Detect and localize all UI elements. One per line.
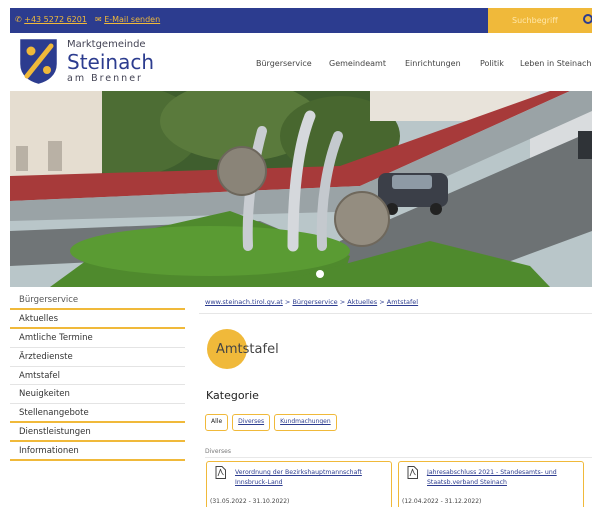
category-filter: Alle Diverses Kundmachungen xyxy=(205,414,337,431)
sidebar-item-amtliche-termine[interactable]: Amtliche Termine xyxy=(10,329,185,348)
search-input[interactable]: Suchbegriff xyxy=(512,16,558,25)
top-bar: ✆ +43 5272 6201 ✉ E-Mail senden Suchbegr… xyxy=(10,8,592,33)
nav-item-politik[interactable]: Politik xyxy=(480,59,504,68)
document-date: (31.05.2022 - 31.10.2022) xyxy=(210,498,290,505)
pdf-icon xyxy=(407,466,418,479)
breadcrumb: www.steinach.tirol.gv.at > Bürgerservice… xyxy=(205,298,418,306)
filter-kundmachungen[interactable]: Kundmachungen xyxy=(274,414,337,431)
sidebar-item-aktuelles[interactable]: Aktuelles xyxy=(10,310,185,329)
document-date: (12.04.2022 - 31.12.2022) xyxy=(402,498,482,505)
document-title[interactable]: Verordnung der Bezirkshauptmannschaft In… xyxy=(235,468,389,488)
breadcrumb-amtstafel[interactable]: Amtstafel xyxy=(387,298,418,306)
document-card[interactable]: Jahresabschluss 2021 - Standesamts- und … xyxy=(398,461,584,507)
search-box[interactable]: Suchbegriff xyxy=(488,8,592,33)
breadcrumb-buergerservice[interactable]: Bürgerservice xyxy=(292,298,337,306)
breadcrumb-aktuelles[interactable]: Aktuelles xyxy=(347,298,377,306)
document-card[interactable]: Verordnung der Bezirkshauptmannschaft In… xyxy=(206,461,392,507)
divider xyxy=(199,313,592,314)
site-header: Marktgemeinde Steinach am Brenner Bürger… xyxy=(10,33,592,91)
sidebar-item-stellenangebote[interactable]: Stellenangebote xyxy=(10,404,185,424)
breadcrumb-separator: > xyxy=(339,298,346,306)
nav-item-gemeindeamt[interactable]: Gemeindeamt xyxy=(329,59,386,68)
breadcrumb-home[interactable]: www.steinach.tirol.gv.at xyxy=(205,298,283,306)
sidebar-item-neuigkeiten[interactable]: Neuigkeiten xyxy=(10,385,185,405)
nav-item-einrichtungen[interactable]: Einrichtungen xyxy=(405,59,461,68)
phone-link[interactable]: ✆ +43 5272 6201 xyxy=(15,15,87,24)
roundabout-sculpture-photo xyxy=(10,91,592,287)
filter-diverses[interactable]: Diverses xyxy=(232,414,271,431)
phone-icon: ✆ xyxy=(15,15,22,24)
coat-of-arms-logo[interactable] xyxy=(19,38,58,84)
email-label[interactable]: E-Mail senden xyxy=(104,15,160,24)
category-heading: Kategorie xyxy=(206,389,259,402)
contact-links: ✆ +43 5272 6201 ✉ E-Mail senden xyxy=(15,15,160,24)
page-title: Amtstafel xyxy=(216,342,279,357)
brand-name[interactable]: Marktgemeinde Steinach am Brenner xyxy=(67,39,154,85)
breadcrumb-separator: > xyxy=(379,298,385,306)
section-label: Diverses xyxy=(205,448,231,455)
breadcrumb-separator: > xyxy=(284,298,291,306)
search-icon[interactable] xyxy=(583,14,592,24)
sidebar-nav: Bürgerservice Aktuelles Amtliche Termine… xyxy=(10,291,185,462)
phone-number[interactable]: +43 5272 6201 xyxy=(24,15,87,24)
sidebar-item-amtstafel[interactable]: Amtstafel xyxy=(10,367,185,386)
sidebar-item-dienstleistungen[interactable]: Dienstleistungen xyxy=(10,423,185,443)
hero-image xyxy=(10,91,592,287)
document-title[interactable]: Jahresabschluss 2021 - Standesamts- und … xyxy=(427,468,581,488)
pdf-icon xyxy=(215,466,226,479)
sidebar-item-aerztedienste[interactable]: Ärztedienste xyxy=(10,348,185,367)
slider-dot[interactable] xyxy=(316,270,324,278)
sidebar-item-informationen[interactable]: Informationen xyxy=(10,442,185,462)
filter-alle[interactable]: Alle xyxy=(205,414,229,431)
sidebar-item-buergerservice[interactable]: Bürgerservice xyxy=(10,291,185,310)
divider xyxy=(205,457,592,458)
brand-line-2: Steinach xyxy=(67,50,155,74)
email-link[interactable]: ✉ E-Mail senden xyxy=(95,15,160,24)
brand-line-3: am Brenner xyxy=(67,73,143,84)
mail-icon: ✉ xyxy=(94,15,102,24)
main-content: www.steinach.tirol.gv.at > Bürgerservice… xyxy=(199,291,592,507)
nav-item-buergerservice[interactable]: Bürgerservice xyxy=(256,59,312,68)
nav-item-leben-in-steinach[interactable]: Leben in Steinach xyxy=(520,59,592,68)
